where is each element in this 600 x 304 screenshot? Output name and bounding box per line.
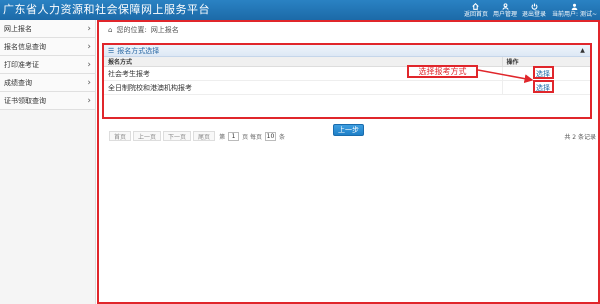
per-page-suffix: 条: [279, 133, 286, 141]
select-link[interactable]: 选择: [533, 79, 554, 93]
sidebar-item-label: 报名信息查询: [4, 42, 46, 51]
main-content: ⌂ 您的位置: 网上报名 ☰ 报名方式选择 ▲ 报名方式 操作 社会考生报考 选…: [97, 20, 600, 304]
annotation-arrow: [477, 69, 534, 84]
logout-link[interactable]: 退出登录: [522, 1, 546, 20]
list-icon: ☰: [108, 46, 115, 55]
user-manage-label: 用户管理: [493, 11, 518, 18]
header-nav: 返回首页 用户管理 退出登录 当前用户: 测试~: [459, 1, 597, 20]
current-user: 当前用户: 测试~: [552, 1, 597, 20]
home-link-label: 返回首页: [463, 11, 488, 18]
breadcrumb-prefix: 您的位置:: [116, 26, 147, 34]
breadcrumb: ⌂ 您的位置: 网上报名: [108, 24, 179, 36]
home-link[interactable]: 返回首页: [464, 1, 488, 20]
panel-header: ☰ 报名方式选择 ▲: [104, 45, 590, 57]
sidebar-item-label: 证书领取查询: [4, 96, 46, 105]
logout-label: 退出登录: [522, 11, 547, 18]
sidebar-item-label: 打印准考证: [4, 60, 39, 69]
user-icon: [501, 1, 510, 11]
per-page-input[interactable]: 10: [265, 131, 276, 141]
total-records: 共 2 条记录: [564, 133, 596, 141]
breadcrumb-current: 网上报名: [150, 26, 179, 34]
page-suffix: 页 每页: [242, 133, 262, 141]
chevron-right-icon: ›: [87, 95, 91, 106]
chevron-right-icon: ›: [87, 23, 91, 34]
app-title: 广东省人力资源和社会保障网上服务平台: [3, 3, 210, 16]
page-prefix: 第: [219, 133, 226, 141]
prev-page-button[interactable]: 上一页: [133, 131, 162, 141]
current-user-label: 当前用户: 测试~: [552, 11, 597, 18]
sidebar-item-label: 网上报名: [4, 24, 32, 33]
first-page-button[interactable]: 首页: [109, 131, 132, 141]
collapse-icon[interactable]: ▲: [579, 47, 586, 54]
top-header: 广东省人力资源和社会保障网上服务平台 返回首页 用户管理 退出登录 当前用户: …: [0, 0, 600, 20]
sidebar: 网上报名 › 报名信息查询 › 打印准考证 › 成绩查询 › 证书领取查询 ›: [0, 20, 96, 304]
chevron-right-icon: ›: [87, 41, 91, 52]
sidebar-item-online-registration[interactable]: 网上报名 ›: [0, 20, 95, 38]
sidebar-item-registration-query[interactable]: 报名信息查询 ›: [0, 38, 95, 56]
page-input[interactable]: 1: [228, 131, 240, 141]
next-page-button[interactable]: 下一页: [163, 131, 192, 141]
row-method: 全日制院校和港澳机构报考: [104, 80, 502, 95]
select-link[interactable]: 选择: [533, 65, 554, 79]
prev-step-button[interactable]: 上一步: [333, 124, 364, 136]
sidebar-item-score-query[interactable]: 成绩查询 ›: [0, 74, 95, 92]
power-icon: [530, 1, 539, 11]
home-small-icon: ⌂: [108, 26, 113, 34]
user-manage-link[interactable]: 用户管理: [493, 1, 517, 20]
annotation-label: 选择报考方式: [407, 65, 478, 78]
chevron-right-icon: ›: [87, 59, 91, 70]
sidebar-item-certificate-query[interactable]: 证书领取查询 ›: [0, 92, 95, 110]
sidebar-item-print-admission[interactable]: 打印准考证 ›: [0, 56, 95, 74]
home-icon: [471, 1, 480, 11]
chevron-right-icon: ›: [87, 77, 91, 88]
panel-title: 报名方式选择: [117, 46, 160, 55]
sidebar-item-label: 成绩查询: [4, 78, 32, 87]
user-avatar-icon: [571, 1, 578, 11]
last-page-button[interactable]: 尾页: [193, 131, 216, 141]
